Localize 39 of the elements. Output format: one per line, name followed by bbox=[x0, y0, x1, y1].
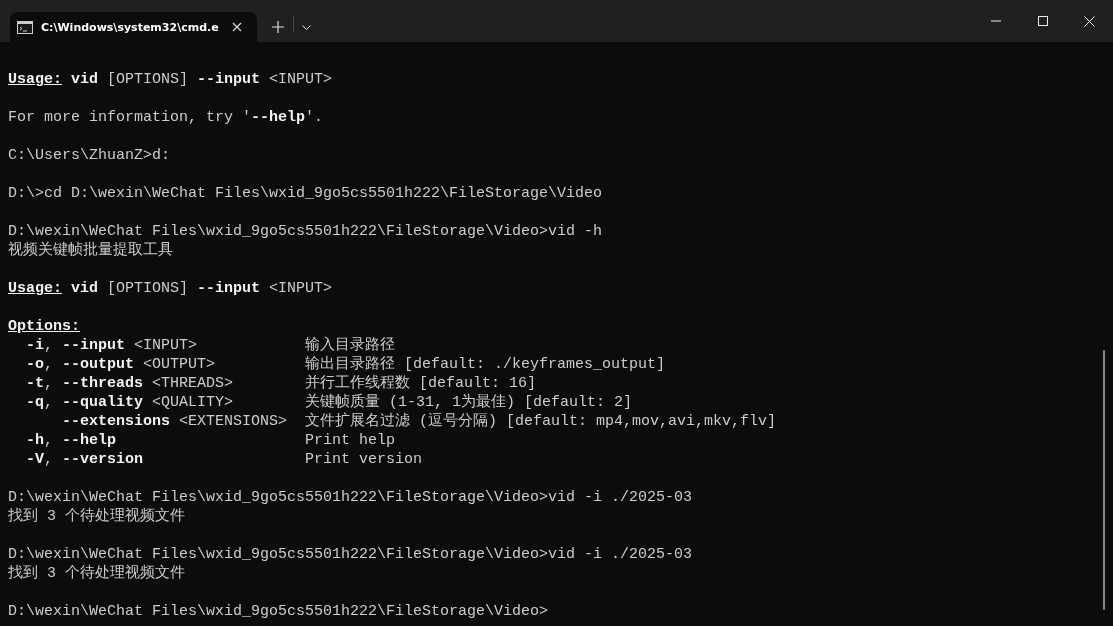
usage-text: vid [OPTIONS] --input <INPUT> bbox=[70, 70, 333, 89]
option-description: 输出目录路径 [default: ./keyframes_output] bbox=[305, 355, 666, 374]
plus-icon bbox=[271, 21, 284, 33]
tab-title: C:\Windows\system32\cmd.e bbox=[41, 20, 219, 34]
terminal-tab[interactable]: C:\Windows\system32\cmd.e bbox=[10, 12, 257, 42]
maximize-icon bbox=[1037, 16, 1048, 26]
option-name: -q, --quality <QUALITY> bbox=[26, 393, 235, 412]
option-description: 输入目录路径 bbox=[305, 336, 396, 355]
section-heading: Options: bbox=[8, 317, 80, 336]
output-line: D:\wexin\WeChat Files\wxid_9go5cs5501h222\FileStorage\Video>vid -i ./2025-03 bbox=[8, 488, 693, 507]
terminal-icon bbox=[17, 20, 33, 34]
option-name: -V, --version bbox=[26, 450, 145, 469]
usage-text: vid [OPTIONS] --input <INPUT> bbox=[70, 279, 333, 298]
output-line: 视频关键帧批量提取工具 bbox=[8, 241, 173, 260]
close-icon bbox=[1084, 15, 1095, 27]
output-line: D:\wexin\WeChat Files\wxid_9go5cs5501h222\FileStorage\Video>vid -h bbox=[8, 222, 603, 241]
option-description: 文件扩展名过滤 (逗号分隔) [default: mp4,mov,avi,mkv,flv] bbox=[305, 412, 777, 431]
output-line: D:\>cd D:\wexin\WeChat Files\wxid_9go5cs5501h222\FileStorage\Video bbox=[8, 184, 603, 203]
option-description: Print help bbox=[305, 431, 396, 450]
option-description: 关键帧质量 (1-31, 1为最佳) [default: 2] bbox=[305, 393, 633, 412]
option-name: -i, --input <INPUT> bbox=[26, 336, 199, 355]
option-description: Print version bbox=[305, 450, 423, 469]
close-icon bbox=[231, 22, 242, 32]
option-name: -h, --help bbox=[26, 431, 118, 450]
output-line: D:\wexin\WeChat Files\wxid_9go5cs5501h222\FileStorage\Video> bbox=[8, 602, 549, 621]
output-line: For more information, try '--help'. bbox=[8, 108, 324, 127]
usage-label: Usage: bbox=[8, 279, 62, 298]
output-line: 找到 3 个待处理视频文件 bbox=[8, 564, 185, 583]
output-line: 找到 3 个待处理视频文件 bbox=[8, 507, 185, 526]
caret-icon bbox=[302, 24, 312, 30]
option-name: --extensions <EXTENSIONS> bbox=[61, 412, 289, 431]
minimize-icon bbox=[990, 20, 1001, 22]
scrollbar[interactable] bbox=[1103, 350, 1105, 610]
usage-label: Usage: bbox=[8, 70, 62, 89]
option-name: -t, --threads <THREADS> bbox=[26, 374, 235, 393]
option-description: 并行工作线程数 [default: 16] bbox=[305, 374, 537, 393]
option-name: -o, --output <OUTPUT> bbox=[26, 355, 217, 374]
output-line: C:\Users\ZhuanZ>d: bbox=[8, 146, 171, 165]
output-line: D:\wexin\WeChat Files\wxid_9go5cs5501h222\FileStorage\Video>vid -i ./2025-03 bbox=[8, 545, 693, 564]
